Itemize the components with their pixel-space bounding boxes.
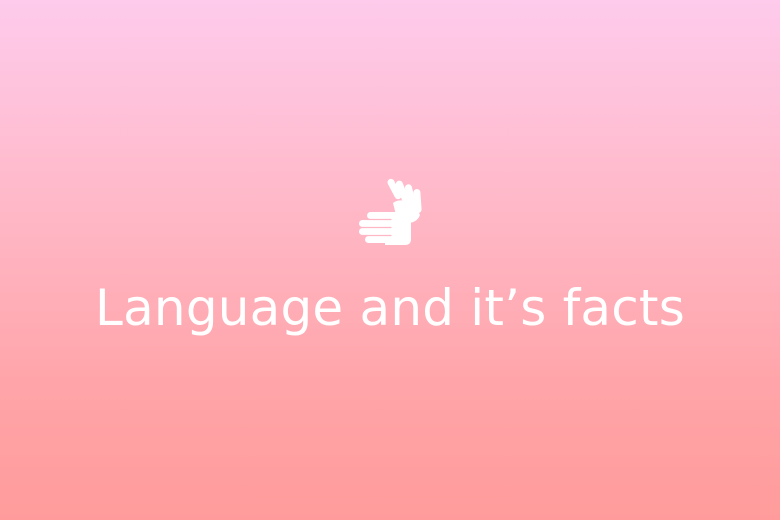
slide-title: Language and it’s facts xyxy=(95,279,685,337)
title-slide: Language and it’s facts xyxy=(0,0,780,520)
sign-language-hands-icon xyxy=(359,178,422,245)
